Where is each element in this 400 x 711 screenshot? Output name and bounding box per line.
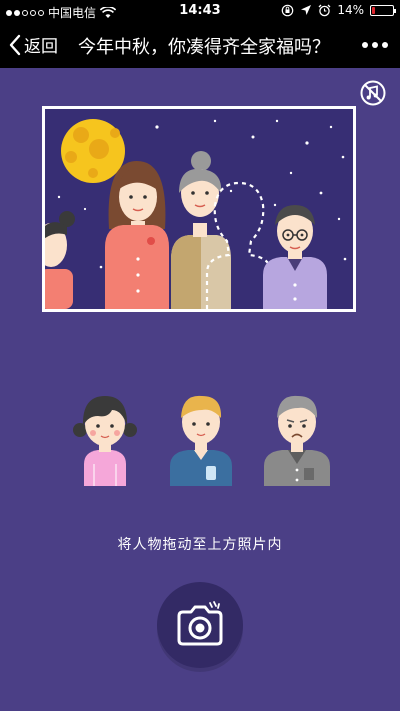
nav-bar: 返回 今年中秋，你凑得齐全家福吗？ bbox=[0, 22, 400, 68]
status-right: 14% bbox=[281, 3, 396, 17]
location-arrow-icon bbox=[301, 5, 312, 15]
camera-button[interactable] bbox=[157, 582, 243, 668]
battery-level-fill bbox=[372, 6, 375, 14]
camera-icon bbox=[177, 601, 223, 646]
photo-frame[interactable] bbox=[42, 106, 356, 312]
photo-scene bbox=[45, 119, 347, 309]
mother-figure-icon bbox=[105, 161, 169, 309]
orientation-lock-icon bbox=[282, 4, 294, 16]
back-label: 返回 bbox=[24, 37, 58, 57]
grandfather-glasses-figure-icon bbox=[263, 205, 327, 309]
page-title: 今年中秋，你凑得齐全家福吗？ bbox=[78, 37, 330, 58]
full-moon-icon bbox=[61, 119, 125, 183]
music-off-icon[interactable] bbox=[360, 80, 386, 106]
grandfather-character-icon[interactable] bbox=[262, 388, 332, 486]
grandmother-figure-icon bbox=[171, 151, 231, 309]
battery-percent: 14% bbox=[337, 3, 364, 17]
status-bar: 中国电信 14:43 14% bbox=[0, 0, 400, 22]
back-button[interactable]: 返回 bbox=[8, 32, 58, 57]
drag-hint-text: 将人物拖动至上方照片内 bbox=[117, 537, 283, 553]
girl-partial-figure-icon bbox=[45, 211, 75, 309]
girl-character-icon[interactable] bbox=[70, 388, 140, 486]
alarm-icon bbox=[318, 4, 331, 16]
father-character-icon[interactable] bbox=[166, 388, 236, 486]
back-arrow-icon bbox=[9, 34, 21, 55]
more-dots-icon[interactable] bbox=[362, 42, 388, 48]
battery-icon bbox=[370, 4, 396, 16]
